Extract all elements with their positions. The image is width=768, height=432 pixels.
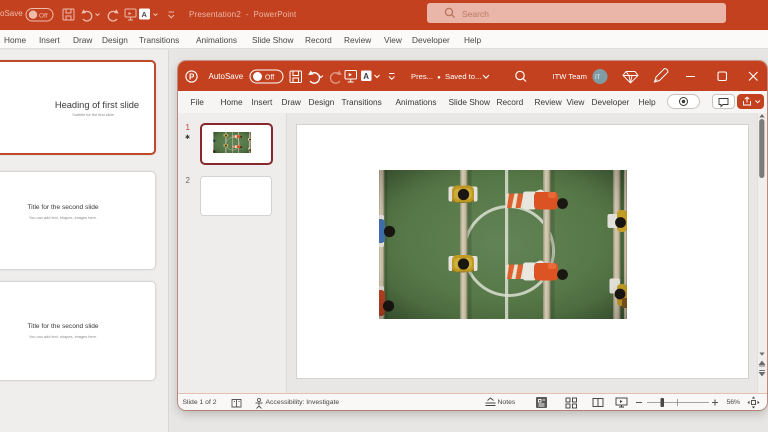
svg-text:Off: Off [39,13,48,20]
svg-text:Off: Off [265,74,274,81]
svg-text:A: A [363,71,369,80]
svg-text:IT: IT [595,75,601,81]
svg-text:A: A [142,10,148,19]
svg-text:P: P [189,72,195,81]
